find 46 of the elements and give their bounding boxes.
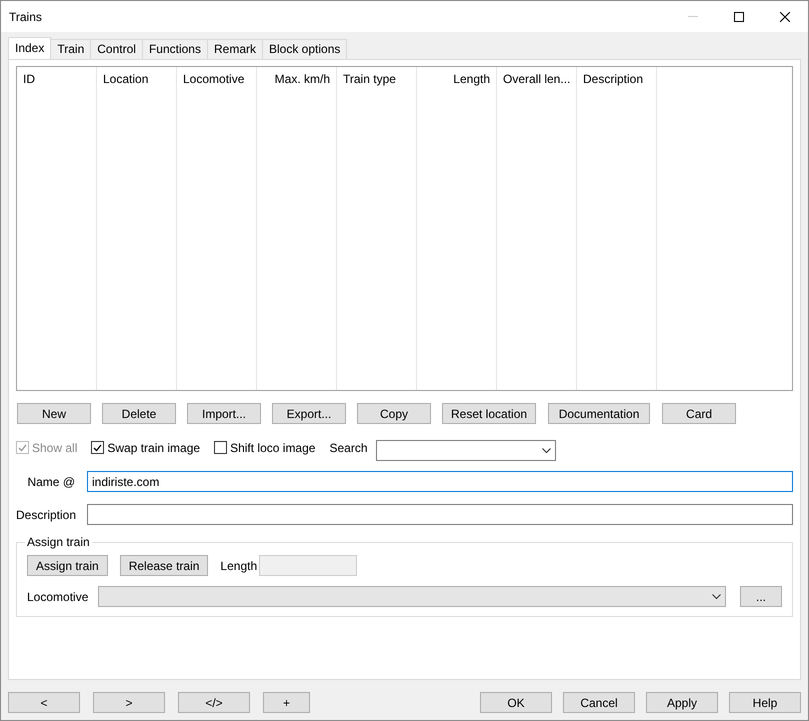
nav-button[interactable]: >: [93, 692, 165, 713]
checkbox[interactable]: Swap train image: [91, 440, 200, 454]
dialog-button[interactable]: Apply: [646, 692, 718, 713]
description-field[interactable]: [87, 504, 793, 525]
column-header[interactable]: Description: [583, 72, 644, 86]
column-header[interactable]: Locomotive: [183, 72, 244, 86]
tab[interactable]: Block options: [262, 39, 348, 59]
column-header[interactable]: Train type: [343, 72, 396, 86]
assign-button[interactable]: Release train: [120, 555, 208, 576]
window-title: Trains: [9, 10, 43, 24]
column-header[interactable]: Overall len...: [503, 72, 570, 86]
column-header[interactable]: Max. km/h: [274, 72, 330, 86]
more-button[interactable]: ...: [740, 586, 782, 607]
column-header[interactable]: Length: [453, 72, 490, 86]
locomotive-label: Locomotive: [27, 590, 88, 604]
field-label: Description: [16, 508, 75, 522]
search-label: Search: [329, 440, 368, 454]
assign-button[interactable]: Assign train: [27, 555, 108, 576]
length-field[interactable]: [259, 555, 358, 576]
action-button[interactable]: Copy: [357, 403, 431, 424]
nav-button[interactable]: </>: [178, 692, 250, 713]
check-icon: [93, 444, 102, 452]
group-title: Assign train: [26, 535, 91, 549]
action-button[interactable]: Reset location: [442, 403, 536, 424]
action-button[interactable]: Export...: [272, 403, 346, 424]
action-button[interactable]: Card: [662, 403, 736, 424]
nav-button[interactable]: +: [263, 692, 310, 713]
dialog-button[interactable]: Help: [729, 692, 801, 713]
action-button[interactable]: New: [17, 403, 91, 424]
check-icon: [18, 444, 27, 452]
column-header[interactable]: ID: [23, 72, 35, 86]
maximize-icon[interactable]: [734, 12, 744, 22]
search-dropdown[interactable]: [376, 440, 556, 461]
column-header[interactable]: Location: [103, 72, 148, 86]
dialog-button[interactable]: OK: [480, 692, 552, 713]
tab[interactable]: Index: [8, 37, 52, 59]
checkbox[interactable]: Shift loco image: [214, 440, 316, 454]
action-button[interactable]: Import...: [187, 403, 261, 424]
action-button[interactable]: Documentation: [548, 403, 650, 424]
dialog-button[interactable]: Cancel: [563, 692, 635, 713]
close-icon[interactable]: [780, 12, 790, 22]
length-label: Length: [220, 558, 258, 572]
action-button[interactable]: Delete: [102, 403, 176, 424]
name-field[interactable]: indiriste.com: [87, 471, 793, 492]
field-label: Name @: [26, 474, 75, 488]
nav-button[interactable]: <: [8, 692, 80, 713]
